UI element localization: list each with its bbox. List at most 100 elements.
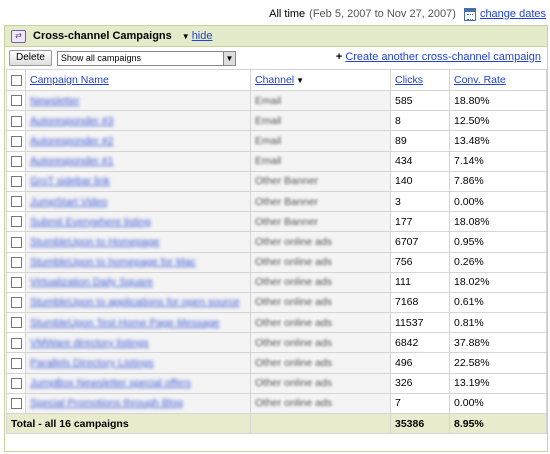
total-conv-rate: 8.95% (449, 413, 547, 434)
campaign-name-link[interactable]: GroT sidebar link (30, 175, 246, 187)
row-checkbox[interactable] (10, 216, 22, 228)
campaigns-table: Campaign Name Channel ▼ Clicks Conv. Rate… (6, 69, 547, 434)
triangle-down-icon[interactable]: ▼ (182, 32, 190, 41)
row-checkbox[interactable] (10, 357, 22, 369)
campaign-name-link[interactable]: Submit Everywhere listing (30, 216, 246, 228)
campaign-name-link[interactable]: Autoresponder #1 (30, 155, 246, 167)
change-dates-link[interactable]: change dates (480, 8, 546, 20)
channel-cell: Email (250, 150, 391, 172)
clicks-cell: 756 (390, 251, 450, 273)
channel-value: Other Banner (255, 215, 319, 228)
sort-channel-link[interactable]: Channel (255, 74, 294, 86)
campaign-name-link[interactable]: Virtualization Daily Square (30, 276, 246, 288)
row-checkbox[interactable] (10, 236, 22, 248)
calendar-icon[interactable] (463, 7, 476, 21)
hide-link[interactable]: hide (192, 30, 213, 42)
row-checkbox[interactable] (10, 155, 22, 167)
row-checkbox-cell (6, 312, 26, 334)
campaign-filter-select[interactable]: Show all campaigns ▼ (56, 50, 236, 66)
table-row: Parallels Directory Listings Other online… (6, 352, 547, 374)
row-checkbox-cell (6, 372, 26, 394)
date-range-bar: All time (Feb 5, 2007 to Nov 27, 2007) c… (269, 5, 546, 23)
cross-channel-icon: ⇄ (11, 29, 26, 43)
row-checkbox[interactable] (10, 256, 22, 268)
campaign-name-link[interactable]: VMWare directory listings (30, 337, 246, 349)
campaign-name-cell: Newsletter (25, 89, 251, 112)
campaign-name-cell: Submit Everywhere listing (25, 211, 251, 233)
channel-value: Other online ads (255, 377, 333, 390)
campaign-name-link[interactable]: JumpBox Newsletter special offers (30, 377, 246, 389)
table-row: JumpBox Newsletter special offers Other o… (6, 372, 547, 394)
row-checkbox[interactable] (10, 95, 22, 107)
clicks-cell: 89 (390, 130, 450, 152)
row-checkbox[interactable] (10, 317, 22, 329)
conv-rate-cell: 18.02% (449, 271, 547, 293)
select-all-checkbox[interactable] (10, 74, 22, 86)
col-header-channel: Channel ▼ (250, 69, 391, 91)
row-checkbox[interactable] (10, 297, 22, 309)
conv-rate-cell: 0.95% (449, 231, 547, 253)
row-checkbox[interactable] (10, 398, 22, 410)
channel-value: Other Banner (255, 195, 319, 208)
channel-value: Other online ads (255, 276, 333, 289)
row-checkbox[interactable] (10, 135, 22, 147)
table-row: Newsletter Email 585 18.80% (6, 89, 547, 112)
channel-cell: Other online ads (250, 332, 391, 354)
conv-rate-cell: 22.58% (449, 352, 547, 374)
sort-conv-rate-link[interactable]: Conv. Rate (454, 74, 506, 86)
channel-cell: Other online ads (250, 271, 391, 293)
campaign-name-link[interactable]: Autoresponder #2 (30, 135, 246, 147)
channel-value: Other online ads (255, 316, 333, 329)
clicks-cell: 6707 (390, 231, 450, 253)
conv-rate-cell: 0.61% (449, 291, 547, 314)
row-checkbox-cell (6, 271, 26, 293)
row-checkbox-cell (6, 251, 26, 273)
channel-cell: Other online ads (250, 251, 391, 273)
row-checkbox[interactable] (10, 377, 22, 389)
conv-rate-cell: 37.88% (449, 332, 547, 354)
clicks-cell: 177 (390, 211, 450, 233)
campaign-name-link[interactable]: JumpStart Video (30, 196, 246, 208)
panel-title: Cross-channel Campaigns (33, 30, 172, 42)
campaign-name-cell: Virtualization Daily Square (25, 271, 251, 293)
row-checkbox[interactable] (10, 176, 22, 188)
channel-cell: Other online ads (250, 312, 391, 334)
row-checkbox[interactable] (10, 115, 22, 127)
delete-button[interactable]: Delete (9, 50, 52, 66)
row-checkbox-cell (6, 170, 26, 192)
row-checkbox[interactable] (10, 277, 22, 288)
channel-cell: Email (250, 130, 391, 152)
channel-value: Other online ads (255, 256, 333, 269)
campaign-name-link[interactable]: Autoresponder #3 (30, 115, 246, 127)
channel-cell: Other online ads (250, 291, 391, 314)
clicks-cell: 6842 (390, 332, 450, 354)
campaign-name-cell: GroT sidebar link (25, 170, 251, 192)
channel-value: Email (255, 134, 282, 147)
campaign-name-link[interactable]: Parallels Directory Listings (30, 357, 246, 369)
campaign-name-link[interactable]: StumbleUpon to homepage for Mac (30, 256, 246, 268)
channel-cell: Other Banner (250, 170, 391, 192)
channel-cell: Other online ads (250, 352, 391, 374)
table-header-row: Campaign Name Channel ▼ Clicks Conv. Rate (6, 69, 547, 91)
row-checkbox[interactable] (10, 337, 22, 349)
channel-cell: Other Banner (250, 190, 391, 213)
sort-clicks-link[interactable]: Clicks (395, 74, 423, 86)
campaign-name-link[interactable]: StumbleUpon Test Home Page Message (30, 317, 246, 329)
table-row: StumbleUpon Test Home Page Message Other … (6, 312, 547, 334)
campaign-name-link[interactable]: StumbleUpon to Homepage (30, 236, 246, 248)
clicks-cell: 111 (390, 271, 450, 293)
clicks-cell: 496 (390, 352, 450, 374)
total-clicks: 35386 (390, 413, 450, 434)
campaign-name-cell: StumbleUpon to homepage for Mac (25, 251, 251, 273)
campaign-name-link[interactable]: Newsletter (30, 95, 246, 107)
create-campaign-link[interactable]: Create another cross-channel campaign (345, 51, 541, 63)
col-header-conv-rate: Conv. Rate (449, 69, 547, 91)
clicks-cell: 326 (390, 372, 450, 394)
campaign-name-cell: Parallels Directory Listings (25, 352, 251, 374)
campaign-name-cell: Autoresponder #3 (25, 110, 251, 132)
campaign-name-link[interactable]: StumbleUpon to applications for open sou… (30, 296, 246, 308)
row-checkbox[interactable] (10, 196, 22, 208)
sort-campaign-name-link[interactable]: Campaign Name (30, 74, 109, 86)
channel-value: Email (255, 155, 282, 168)
campaign-name-link[interactable]: Special Promotions through Blog (30, 397, 246, 409)
